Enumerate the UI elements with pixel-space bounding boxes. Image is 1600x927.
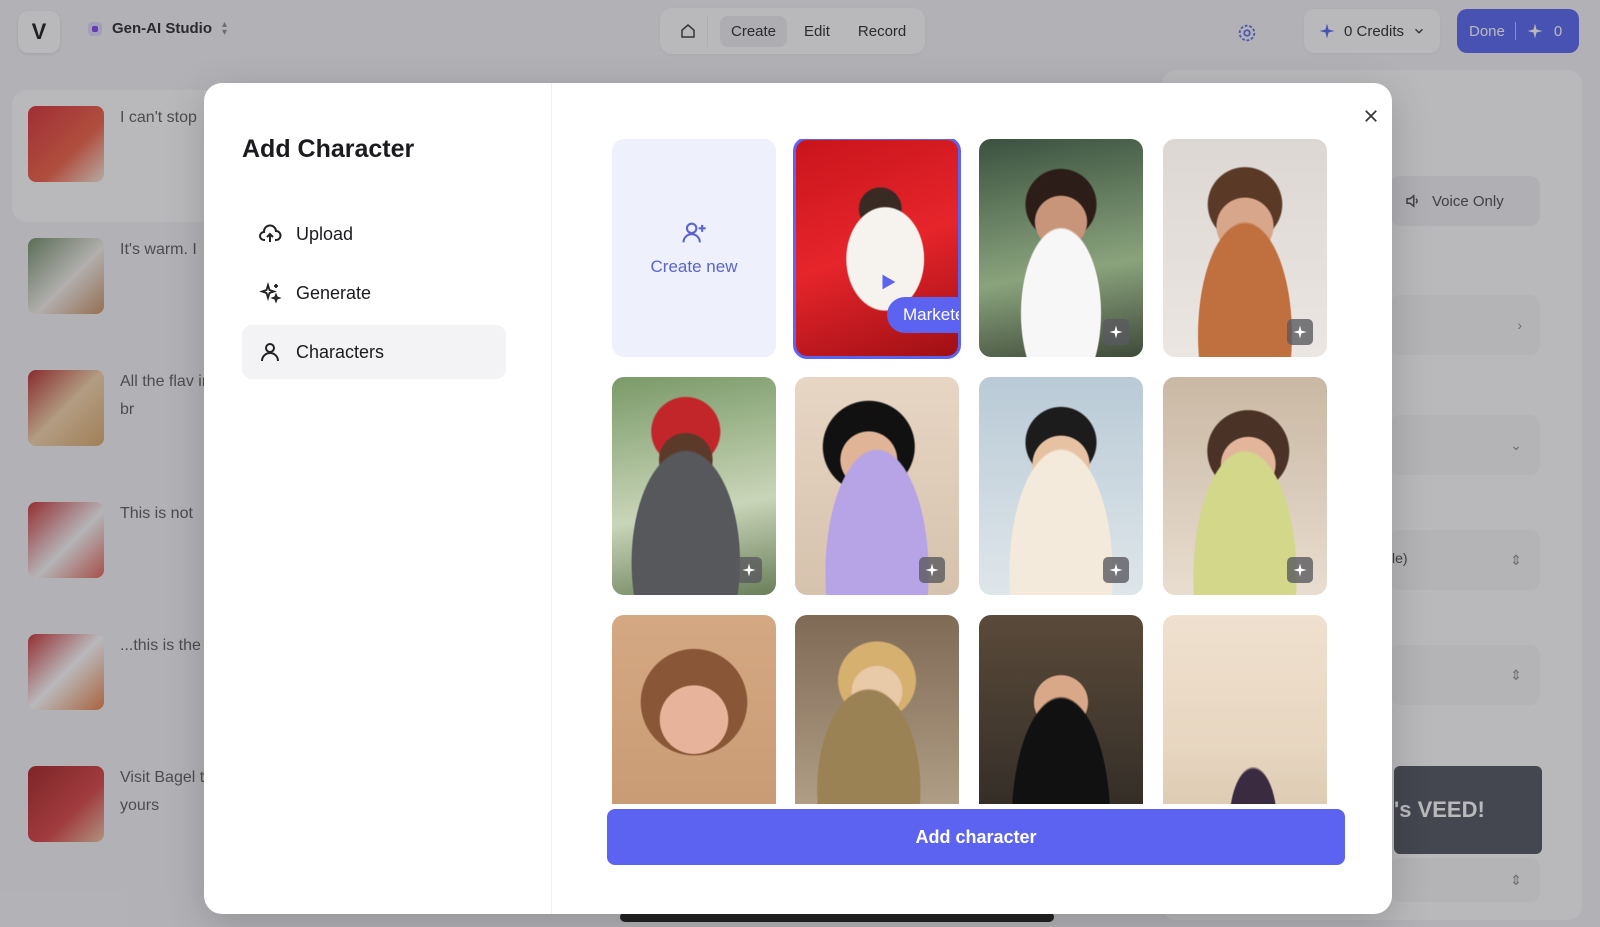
character-grid: Create new Marketer xyxy=(612,139,1342,804)
character-tile[interactable] xyxy=(1163,615,1327,804)
cloud-upload-icon xyxy=(259,224,282,242)
character-tile[interactable] xyxy=(1163,139,1327,357)
close-button[interactable] xyxy=(1356,101,1386,131)
close-icon xyxy=(1365,110,1377,122)
nav-generate-label: Generate xyxy=(296,282,372,303)
create-new-label: Create new xyxy=(650,257,738,276)
modal-title: Add Character xyxy=(242,135,415,163)
nav-upload-label: Upload xyxy=(296,223,354,244)
character-tile-marketer[interactable]: Marketer xyxy=(793,139,961,359)
plus-sparkle-icon[interactable] xyxy=(1103,557,1129,583)
person-icon xyxy=(261,343,279,362)
character-tile[interactable] xyxy=(795,377,959,595)
character-tile[interactable] xyxy=(979,615,1143,804)
character-tile[interactable] xyxy=(979,377,1143,595)
plus-sparkle-icon[interactable] xyxy=(1287,557,1313,583)
plus-sparkle-icon[interactable] xyxy=(736,557,762,583)
add-character-modal: Add Character Upload Generate Characters… xyxy=(204,83,1392,914)
character-tile[interactable] xyxy=(1163,377,1327,595)
plus-sparkle-icon[interactable] xyxy=(1103,319,1129,345)
play-icon xyxy=(882,274,896,290)
plus-sparkle-icon[interactable] xyxy=(919,557,945,583)
character-name-badge: Marketer xyxy=(887,297,959,333)
nav-characters[interactable]: Characters xyxy=(242,325,506,379)
nav-upload[interactable]: Upload xyxy=(242,207,506,261)
sparkles-icon xyxy=(259,281,282,304)
plus-sparkle-icon[interactable] xyxy=(1287,319,1313,345)
character-tile[interactable] xyxy=(612,377,776,595)
nav-characters-label: Characters xyxy=(296,341,385,362)
add-person-icon xyxy=(682,222,706,243)
character-tile[interactable] xyxy=(979,139,1143,357)
create-new-tile[interactable]: Create new xyxy=(612,139,776,357)
modal-sidebar: Add Character Upload Generate Characters xyxy=(204,83,552,914)
character-tile[interactable] xyxy=(795,615,959,804)
character-tile[interactable] xyxy=(612,615,776,804)
add-character-button[interactable]: Add character xyxy=(607,809,1345,865)
modal-nav: Upload Generate Characters xyxy=(242,207,506,384)
nav-generate[interactable]: Generate xyxy=(242,266,506,320)
